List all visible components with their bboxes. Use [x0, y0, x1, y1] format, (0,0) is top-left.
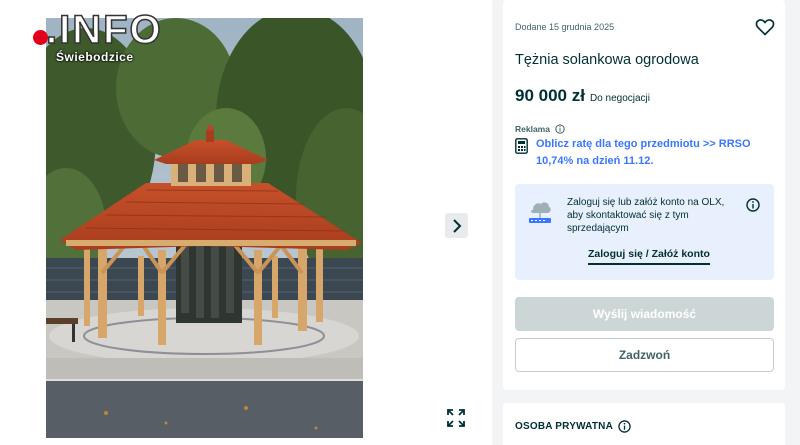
login-prompt-text: Zaloguj się lub załóż konto na OLX, aby …	[567, 197, 725, 234]
watermark-subtext: Świebodzice	[56, 50, 134, 64]
loan-calculator-link[interactable]: Oblicz ratę dla tego przedmiotu >> RRSO …	[536, 136, 777, 170]
price-row: 90 000 zł Do negocjacji	[515, 86, 650, 106]
send-message-button[interactable]: Wyślij wiadomość	[515, 297, 774, 331]
seller-type-label: OSOBA PRYWATNA	[515, 421, 613, 432]
contact-illustration-icon	[529, 202, 551, 223]
image-gallery: .INFO Świebodzice	[0, 0, 492, 445]
login-register-link[interactable]: Zaloguj się / Załóż konto	[588, 248, 710, 265]
listing-details-card: Dodane 15 grudnia 2025 Tężnia solankowa …	[503, 0, 785, 390]
seller-type-row: OSOBA PRYWATNA	[515, 420, 631, 433]
login-prompt-box: Zaloguj się lub załóż konto na OLX, aby …	[515, 184, 774, 280]
info-icon[interactable]	[746, 198, 760, 212]
listing-photo[interactable]	[46, 18, 363, 438]
chevron-right-icon	[452, 218, 461, 233]
listing-price: 90 000 zł	[515, 86, 585, 105]
ad-label-row: Reklama	[515, 124, 565, 134]
favorite-button[interactable]	[755, 17, 775, 37]
watermark-logo: .INFO Świebodzice	[30, 7, 190, 68]
info-icon[interactable]	[618, 420, 631, 433]
loan-calculator-row: Oblicz ratę dla tego przedmiotu >> RRSO …	[515, 136, 777, 170]
fullscreen-button[interactable]	[445, 407, 467, 429]
info-icon[interactable]	[555, 124, 565, 134]
ad-label: Reklama	[515, 124, 550, 134]
listing-title: Tężnia solankowa ogrodowa	[515, 52, 699, 68]
watermark-text: .INFO	[45, 7, 163, 53]
calculator-icon	[515, 138, 528, 154]
seller-card: OSOBA PRYWATNA	[503, 403, 785, 445]
negotiable-label: Do negocjacji	[589, 93, 650, 104]
gazebo-photo	[46, 18, 363, 438]
heart-icon	[755, 19, 775, 36]
next-image-button[interactable]	[445, 213, 468, 238]
listing-date: Dodane 15 grudnia 2025	[515, 22, 615, 32]
call-button[interactable]: Zadzwoń	[515, 338, 774, 372]
expand-icon	[447, 409, 465, 427]
